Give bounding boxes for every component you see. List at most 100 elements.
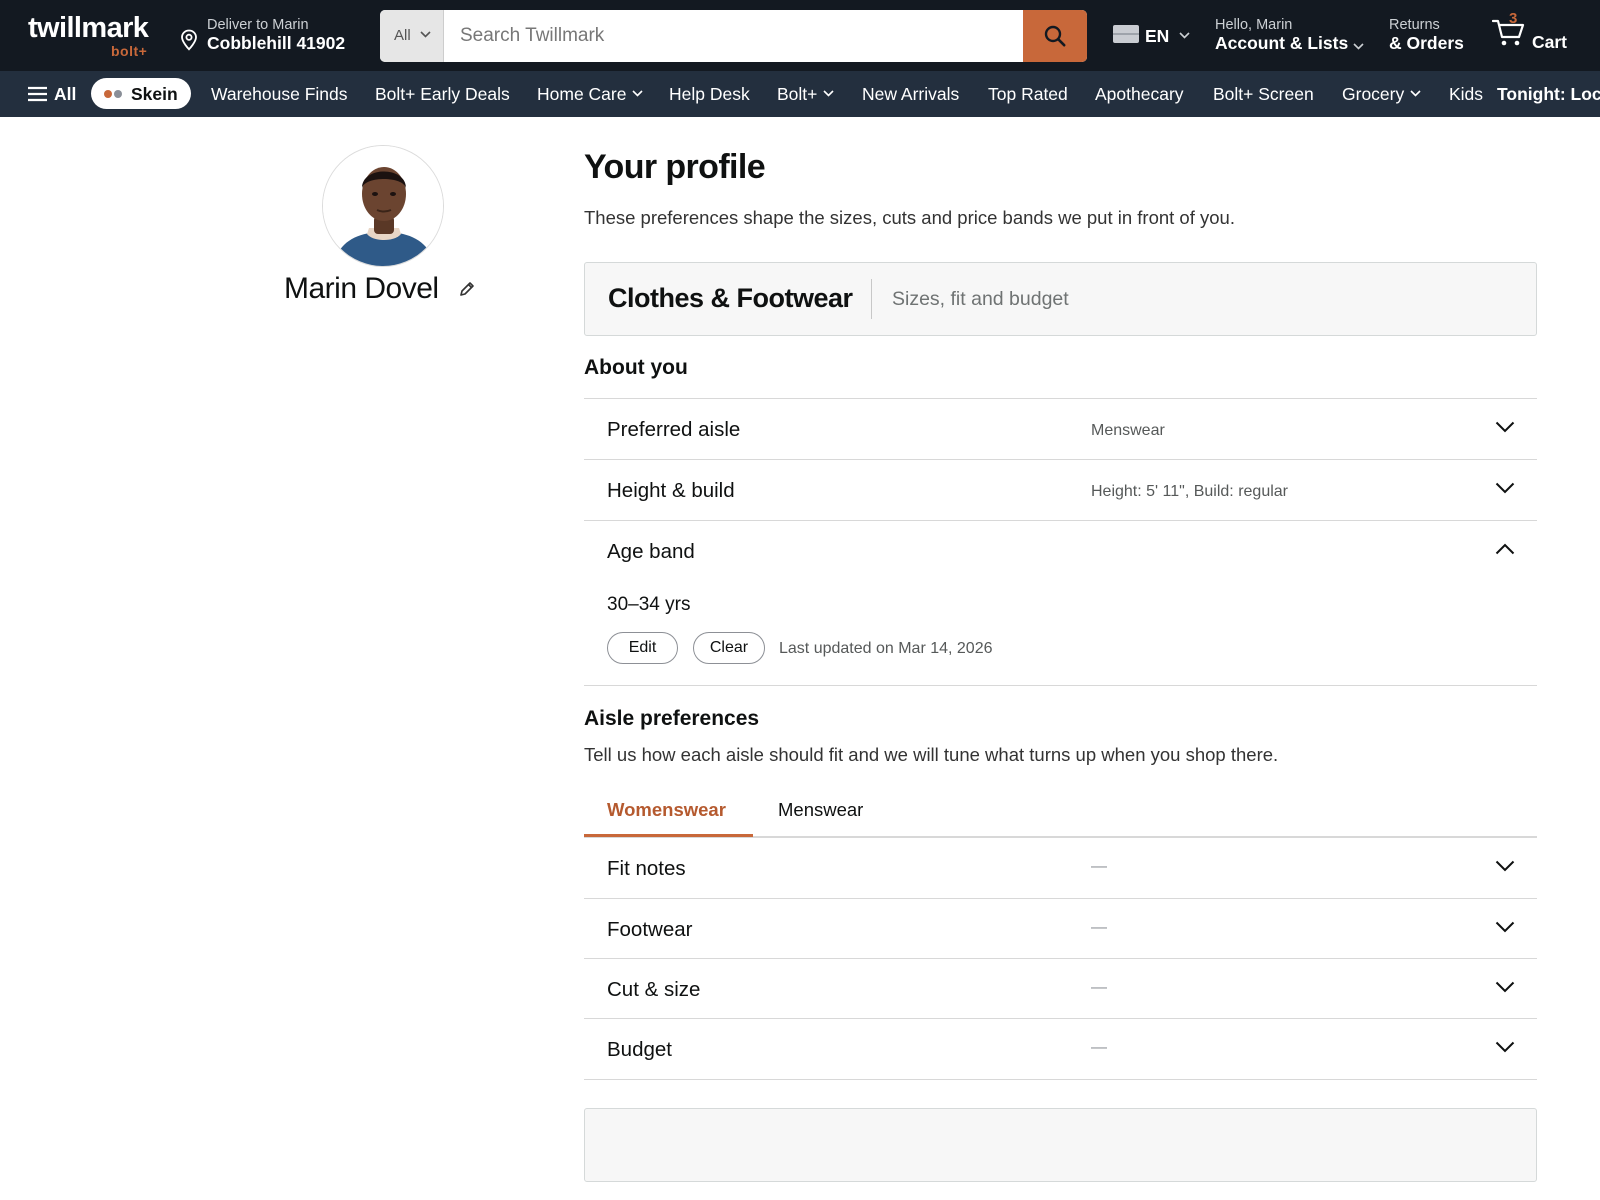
chevron-down-icon xyxy=(632,90,644,97)
profile-name: Marin Dovel xyxy=(284,272,439,305)
chevron-down-icon xyxy=(1495,421,1515,433)
chevron-down-icon xyxy=(1410,90,1421,97)
next-category-panel xyxy=(584,1108,1537,1182)
account-greeting: Hello, Marin xyxy=(1215,17,1293,33)
nav-item-bolt-screen[interactable]: Bolt+ Screen xyxy=(1213,84,1314,105)
logo-text: twillmark xyxy=(28,12,149,44)
accordion-footwear[interactable]: Footwear — xyxy=(584,898,1537,959)
age-band-value: 30–34 yrs xyxy=(607,594,691,615)
deliver-label: Deliver to Marin xyxy=(207,17,309,33)
chevron-down-icon xyxy=(1495,1041,1515,1053)
hamburger-menu-icon xyxy=(28,86,47,102)
chevron-down-icon xyxy=(420,31,431,38)
search-button[interactable] xyxy=(1023,10,1087,62)
chevron-down-icon xyxy=(1353,43,1364,50)
search-bar: All xyxy=(380,10,1087,62)
top-header: twillmark bolt+ Deliver to Marin Cobbleh… xyxy=(0,0,1600,71)
page-subtitle: These preferences shape the sizes, cuts … xyxy=(584,207,1235,228)
accordion-label: Age band xyxy=(607,540,695,563)
cart-button[interactable]: 3 Cart xyxy=(1492,10,1592,60)
orders-label: & Orders xyxy=(1389,33,1464,53)
cart-count-badge: 3 xyxy=(1509,10,1518,27)
language-code: EN xyxy=(1145,26,1170,46)
accordion-value: Menswear xyxy=(1091,422,1165,439)
category-title: Clothes & Footwear xyxy=(608,283,853,313)
category-nav: All Skein Warehouse Finds Bolt+ Early De… xyxy=(0,71,1600,117)
accordion-label: Budget xyxy=(607,1038,672,1061)
chevron-down-icon xyxy=(1495,860,1515,872)
category-subtitle: Sizes, fit and budget xyxy=(892,288,1069,310)
accordion-age-band[interactable]: Age band xyxy=(584,520,1537,581)
page-title: Your profile xyxy=(584,148,766,186)
accordion-value: Height: 5' 11", Build: regular xyxy=(1091,483,1288,500)
accordion-value: — xyxy=(1091,858,1107,875)
accordion-label: Footwear xyxy=(607,918,693,941)
chevron-down-icon xyxy=(1495,482,1515,494)
nav-item-label: Bolt+ xyxy=(777,84,818,104)
chevron-down-icon xyxy=(1495,921,1515,933)
nav-item-home-care[interactable]: Home Care xyxy=(537,84,644,105)
accordion-label: Preferred aisle xyxy=(607,418,741,441)
accordion-value: — xyxy=(1091,979,1107,996)
accordion-label: Fit notes xyxy=(607,857,686,880)
chevron-down-icon xyxy=(1179,32,1190,39)
cart-label: Cart xyxy=(1532,32,1568,52)
about-you-heading: About you xyxy=(584,356,688,379)
flag-icon xyxy=(1113,25,1139,43)
nav-item-bolt[interactable]: Bolt+ xyxy=(777,84,834,105)
edit-button[interactable]: Edit xyxy=(607,632,678,664)
section-divider xyxy=(584,685,1537,686)
tab-menswear[interactable]: Menswear xyxy=(778,799,863,821)
chevron-down-icon xyxy=(823,90,834,97)
accordion-fit-notes[interactable]: Fit notes — xyxy=(584,837,1537,898)
search-icon xyxy=(1044,25,1066,47)
search-category-label: All xyxy=(394,27,411,44)
nav-promo-link[interactable]: Tonight: Loc xyxy=(1497,84,1600,105)
accordion-cut-size[interactable]: Cut & size — xyxy=(584,958,1537,1019)
nav-item-label: Home Care xyxy=(537,84,627,104)
accordion-label: Cut & size xyxy=(607,978,701,1001)
returns-label: Returns xyxy=(1389,17,1440,33)
account-label: Account & Lists xyxy=(1215,33,1349,53)
nav-item-warehouse-finds[interactable]: Warehouse Finds xyxy=(211,84,348,105)
category-divider xyxy=(871,279,872,319)
aisle-preferences-description: Tell us how each aisle should fit and we… xyxy=(584,744,1279,765)
accordion-value: — xyxy=(1091,919,1107,936)
aisle-preferences-heading: Aisle preferences xyxy=(584,707,760,730)
search-input[interactable] xyxy=(444,10,1023,62)
logo-subtext: bolt+ xyxy=(111,43,148,59)
store-logo[interactable]: twillmark bolt+ xyxy=(28,12,158,62)
accordion-height-build[interactable]: Height & build Height: 5' 11", Build: re… xyxy=(584,459,1537,520)
accordion-value: — xyxy=(1091,1039,1107,1056)
nav-item-new-arrivals[interactable]: New Arrivals xyxy=(862,84,959,105)
all-menu-label: All xyxy=(54,84,77,104)
chevron-down-icon xyxy=(1495,981,1515,993)
skein-dot-icon xyxy=(114,90,122,98)
skein-label: Skein xyxy=(131,84,178,104)
nav-item-grocery[interactable]: Grocery xyxy=(1342,84,1421,105)
section-divider xyxy=(584,1079,1537,1080)
avatar[interactable] xyxy=(322,145,444,267)
skein-dot-icon xyxy=(104,90,112,98)
clear-button[interactable]: Clear xyxy=(693,632,765,664)
aisle-tabs: Womenswear Menswear xyxy=(584,790,1537,837)
chevron-up-icon xyxy=(1495,543,1515,555)
skein-button[interactable]: Skein xyxy=(91,78,191,109)
nav-item-top-rated[interactable]: Top Rated xyxy=(988,84,1068,105)
tab-womenswear[interactable]: Womenswear xyxy=(607,799,726,821)
last-updated-text: Last updated on Mar 14, 2026 xyxy=(779,640,993,657)
location-pin-icon xyxy=(181,29,197,51)
nav-item-help-desk[interactable]: Help Desk xyxy=(669,84,750,105)
nav-item-apothecary[interactable]: Apothecary xyxy=(1095,84,1184,105)
deliver-address: Cobblehill 41902 xyxy=(207,33,346,53)
nav-item-label: Grocery xyxy=(1342,84,1405,104)
accordion-budget[interactable]: Budget — xyxy=(584,1018,1537,1079)
search-category-dropdown[interactable]: All xyxy=(380,10,444,62)
category-header: Clothes & Footwear Sizes, fit and budget xyxy=(584,262,1537,336)
nav-item-early-deals[interactable]: Bolt+ Early Deals xyxy=(375,84,510,105)
edit-name-pencil-icon[interactable] xyxy=(458,280,476,298)
accordion-label: Height & build xyxy=(607,479,735,502)
nav-item-kids[interactable]: Kids xyxy=(1449,84,1483,105)
accordion-preferred-aisle[interactable]: Preferred aisle Menswear xyxy=(584,398,1537,459)
profile-photo xyxy=(323,146,443,266)
